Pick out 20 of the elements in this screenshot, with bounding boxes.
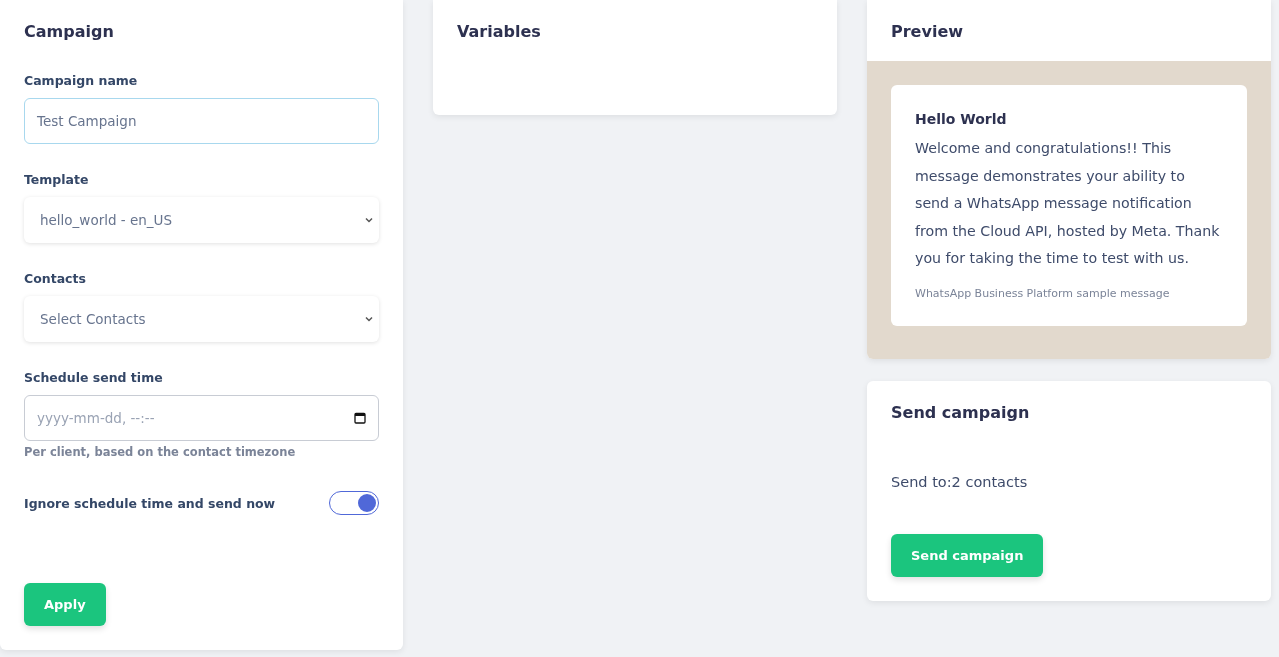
calendar-icon	[354, 412, 366, 424]
campaign-name-field[interactable]: Test Campaign	[24, 98, 379, 144]
date-time-field[interactable]: yyyy-mm-dd, --:--	[24, 395, 379, 441]
recipient-summary: Send to:2 contacts	[891, 474, 1029, 490]
card-title: Send campaign	[891, 403, 1031, 422]
message-body: Welcome and congratulations!! This message demonstrates your ability to send a WhatsApp message notification from the Cloud API, hosted by Meta. Thank you for taking the time to test with us.	[915, 139, 1221, 268]
card-title: Campaign	[24, 22, 115, 41]
card-title: Preview	[891, 22, 964, 41]
message-header: Hello World	[915, 111, 1008, 127]
field-label: Contacts	[24, 271, 87, 286]
field-label: Schedule send time	[24, 370, 164, 385]
message-footer: WhatsApp Business Platform sample message	[915, 286, 1223, 300]
toggle-label: Ignore schedule time and send now	[24, 495, 276, 511]
contacts-select[interactable]: Select Contacts	[24, 296, 379, 342]
field-label: Campaign name	[24, 73, 139, 88]
field-label: Template	[24, 172, 90, 187]
card-title: Variables	[457, 22, 542, 41]
template-select[interactable]: hello_world - en_US	[24, 197, 379, 243]
help-text: Per client, based on the contact timezone	[24, 445, 297, 459]
toggle-switch[interactable]	[329, 491, 379, 515]
